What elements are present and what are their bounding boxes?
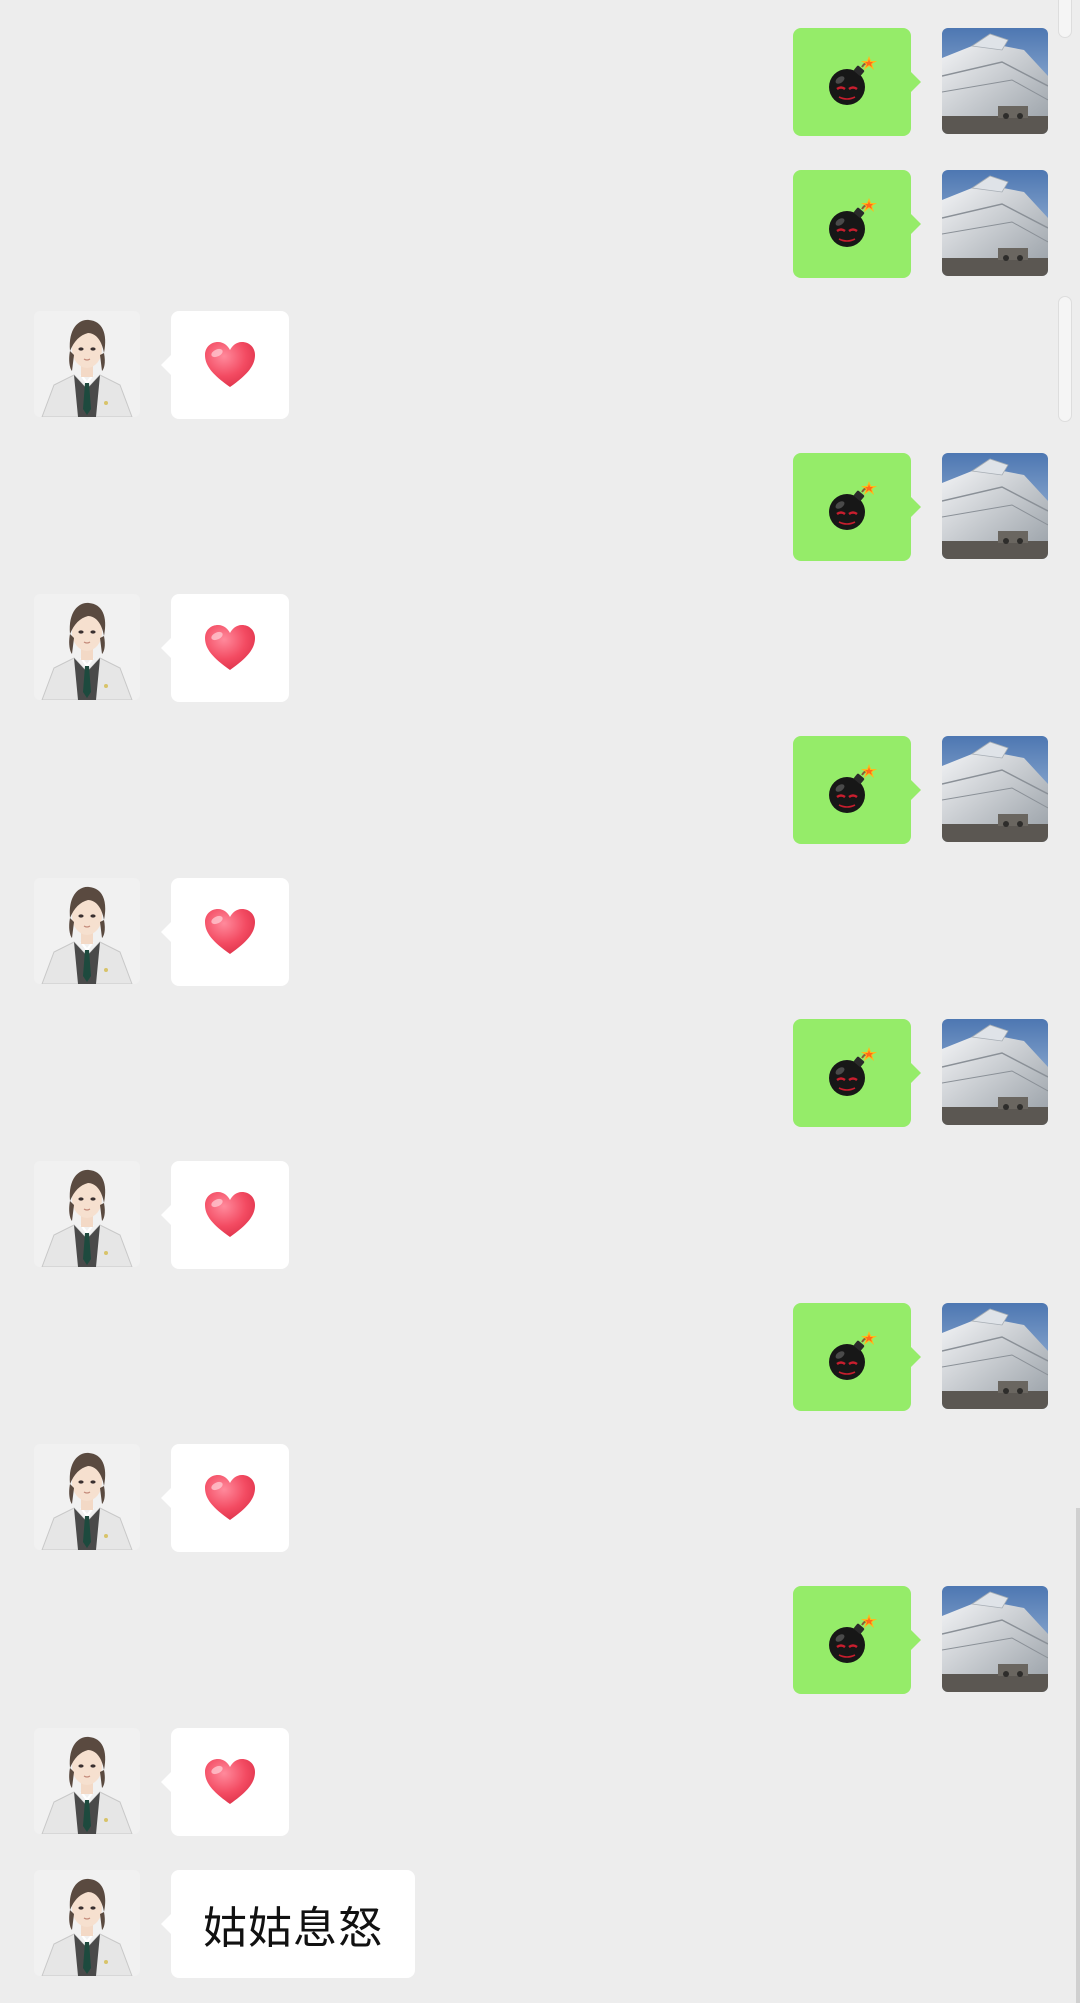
bomb-emoji [825,1613,879,1667]
ship-photo-avatar[interactable] [942,453,1048,559]
emoji-message-bubble[interactable] [161,878,289,986]
man-in-white-coat-avatar[interactable] [34,1161,140,1267]
emoji-message-bubble[interactable] [161,1728,289,1836]
outgoing-message-row [0,170,1080,278]
man-in-white-coat-avatar[interactable] [34,1870,140,1976]
emoji-message-bubble[interactable] [161,594,289,702]
heart-emoji [203,340,257,390]
incoming-message-row [0,878,1080,986]
ship-photo-avatar[interactable] [942,1303,1048,1409]
emoji-message-bubble[interactable] [793,736,921,844]
text-message-bubble[interactable]: 姑姑息怒 [161,1870,415,1978]
emoji-message-bubble[interactable] [793,453,921,561]
ship-photo-avatar[interactable] [942,170,1048,276]
emoji-message-bubble[interactable] [793,28,921,136]
bomb-emoji [825,1046,879,1100]
heart-emoji [203,1757,257,1807]
incoming-message-row: 姑姑息怒 [0,1870,1080,1978]
emoji-message-bubble[interactable] [161,311,289,419]
bomb-emoji [825,55,879,109]
bomb-emoji [825,763,879,817]
man-in-white-coat-avatar[interactable] [34,1728,140,1834]
heart-emoji [203,1473,257,1523]
heart-emoji [203,623,257,673]
bomb-emoji [825,480,879,534]
bomb-emoji [825,197,879,251]
ship-photo-avatar[interactable] [942,1019,1048,1125]
emoji-message-bubble[interactable] [161,1444,289,1552]
emoji-message-bubble[interactable] [793,170,921,278]
emoji-message-bubble[interactable] [793,1586,921,1694]
incoming-message-row [0,1161,1080,1269]
emoji-message-bubble[interactable] [161,1161,289,1269]
heart-emoji [203,907,257,957]
ship-photo-avatar[interactable] [942,28,1048,134]
outgoing-message-row [0,28,1080,136]
man-in-white-coat-avatar[interactable] [34,878,140,984]
outgoing-message-row [0,1586,1080,1694]
outgoing-message-row [0,1303,1080,1411]
incoming-message-row [0,594,1080,702]
outgoing-message-row [0,1019,1080,1127]
outgoing-message-row [0,453,1080,561]
emoji-message-bubble[interactable] [793,1303,921,1411]
man-in-white-coat-avatar[interactable] [34,311,140,417]
incoming-message-row [0,1728,1080,1836]
bomb-emoji [825,1330,879,1384]
ship-photo-avatar[interactable] [942,736,1048,842]
man-in-white-coat-avatar[interactable] [34,1444,140,1550]
emoji-message-bubble[interactable] [793,1019,921,1127]
heart-emoji [203,1190,257,1240]
man-in-white-coat-avatar[interactable] [34,594,140,700]
incoming-message-row [0,311,1080,419]
outgoing-message-row [0,736,1080,844]
ship-photo-avatar[interactable] [942,1586,1048,1692]
chat-message-list[interactable]: 姑姑息怒 [0,0,1080,2003]
incoming-message-row [0,1444,1080,1552]
